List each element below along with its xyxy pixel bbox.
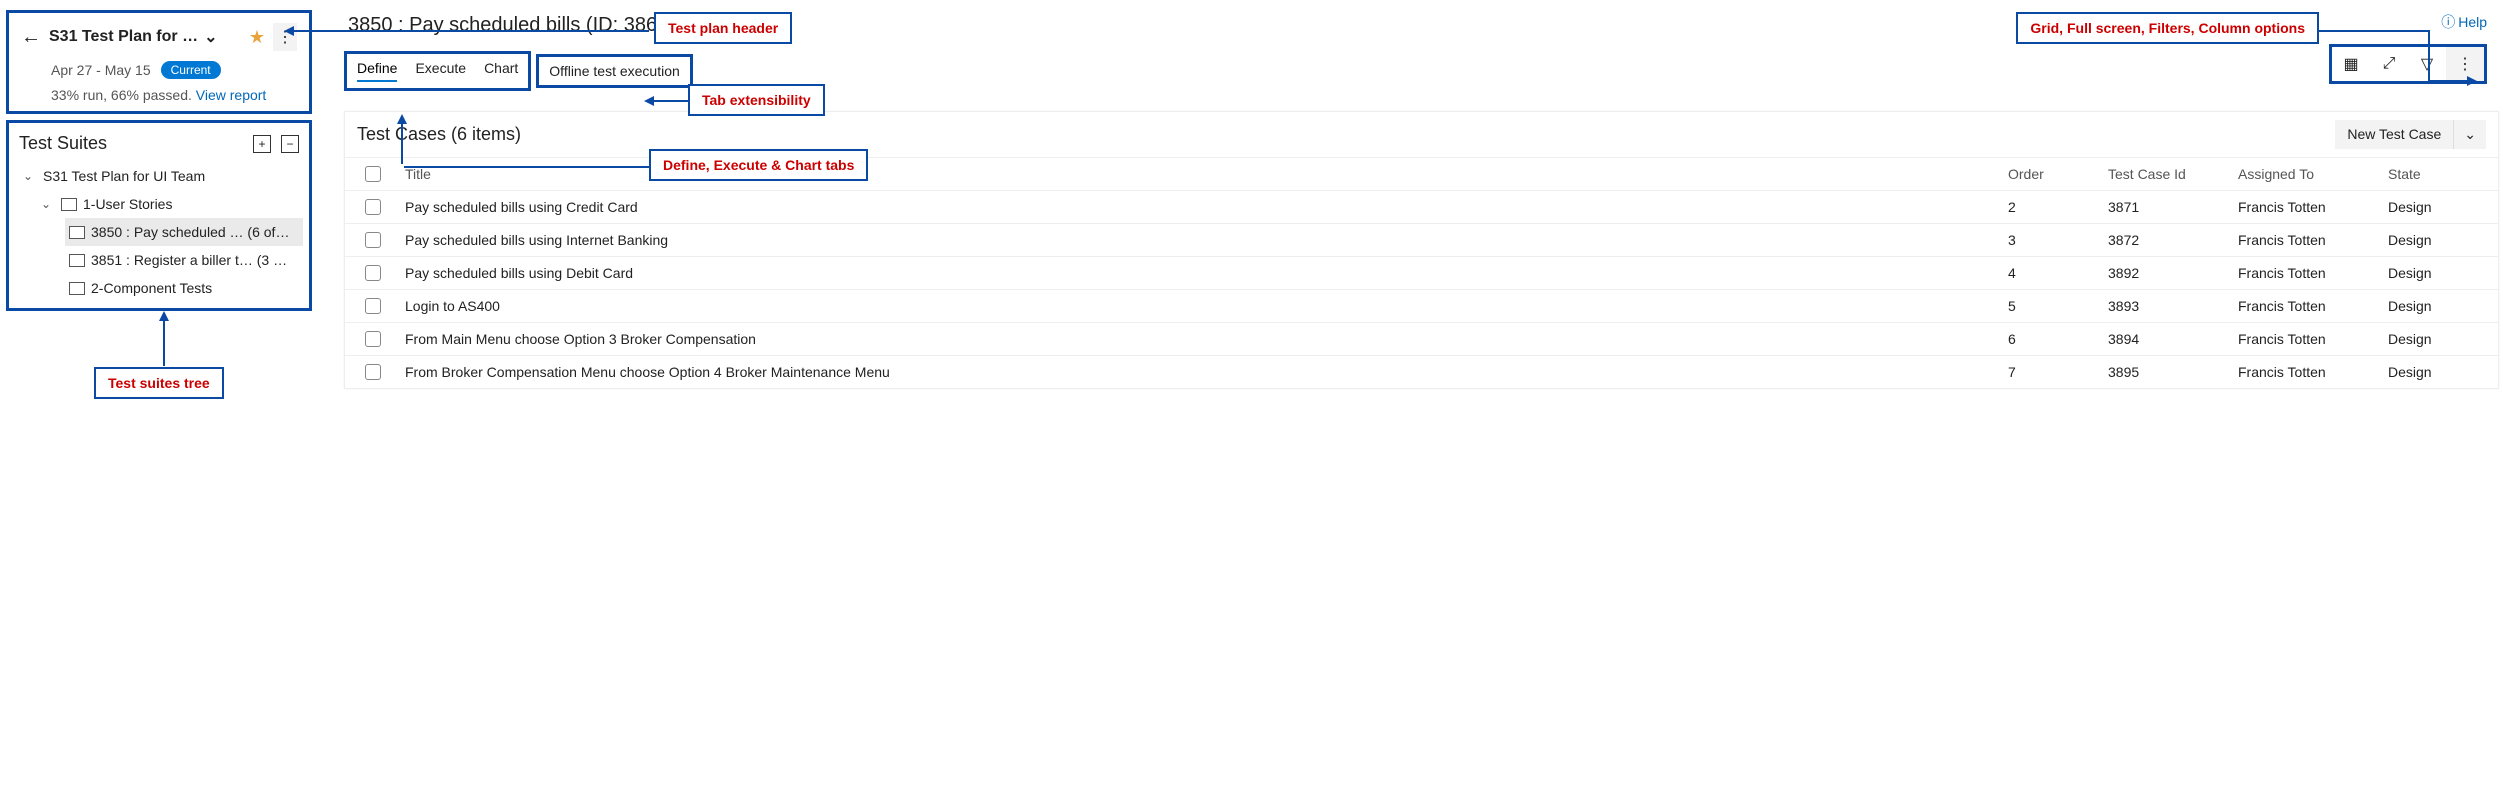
tab-offline-box: Offline test execution	[536, 54, 692, 88]
callout-tab-ext: Tab extensibility	[688, 84, 825, 116]
callout-tabs-desc: Define, Execute & Chart tabs	[649, 149, 868, 181]
tab-define[interactable]: Define	[357, 60, 397, 82]
row-checkbox[interactable]	[365, 232, 381, 248]
row-checkbox[interactable]	[365, 265, 381, 281]
table-row[interactable]: Pay scheduled bills using Debit Card4389…	[345, 256, 2498, 289]
table-row[interactable]: Pay scheduled bills using Credit Card238…	[345, 190, 2498, 223]
cell-order: 5	[2008, 298, 2108, 314]
cell-title: From Broker Compensation Menu choose Opt…	[405, 364, 2008, 380]
chevron-down-icon[interactable]	[23, 169, 37, 183]
cell-title: Pay scheduled bills using Credit Card	[405, 199, 2008, 215]
tab-execute[interactable]: Execute	[415, 60, 466, 82]
test-suites-box: Test Suites + − S31 Test Plan for UI Tea…	[6, 120, 312, 311]
col-assigned[interactable]: Assigned To	[2238, 166, 2388, 182]
plan-date-range: Apr 27 - May 15	[51, 62, 151, 78]
tree-label: S31 Test Plan for UI Team	[43, 168, 205, 184]
collapse-suite-button[interactable]: −	[281, 135, 299, 153]
tree-label: 3851 : Register a biller t… (3 …	[91, 252, 287, 268]
col-order[interactable]: Order	[2008, 166, 2108, 182]
tab-chart[interactable]: Chart	[484, 60, 518, 82]
cell-order: 4	[2008, 265, 2108, 281]
test-plan-header-box: ← S31 Test Plan for … ⌄ ★ ⋮ Apr 27 - May…	[6, 10, 312, 114]
tree-root[interactable]: S31 Test Plan for UI Team	[19, 162, 303, 190]
back-arrow-icon[interactable]: ←	[21, 26, 41, 49]
tab-offline[interactable]: Offline test execution	[549, 63, 679, 83]
plan-stats: 33% run, 66% passed.	[51, 87, 192, 103]
table-row[interactable]: Pay scheduled bills using Internet Banki…	[345, 223, 2498, 256]
cell-state: Design	[2388, 298, 2478, 314]
cell-id: 3894	[2108, 331, 2238, 347]
cell-order: 7	[2008, 364, 2108, 380]
col-id[interactable]: Test Case Id	[2108, 166, 2238, 182]
table-row[interactable]: From Main Menu choose Option 3 Broker Co…	[345, 322, 2498, 355]
current-badge: Current	[161, 61, 221, 79]
cell-assigned: Francis Totten	[2238, 265, 2388, 281]
cell-id: 3892	[2108, 265, 2238, 281]
main-tabs: Define Execute Chart	[344, 51, 531, 91]
cell-id: 3895	[2108, 364, 2238, 380]
cell-order: 2	[2008, 199, 2108, 215]
cell-id: 3893	[2108, 298, 2238, 314]
tree-node-user-stories[interactable]: 1-User Stories	[37, 190, 303, 218]
callout-toolbar: Grid, Full screen, Filters, Column optio…	[2016, 12, 2319, 44]
tree-label: 3850 : Pay scheduled … (6 of…	[91, 224, 289, 240]
cell-state: Design	[2388, 265, 2478, 281]
cell-id: 3871	[2108, 199, 2238, 215]
test-cases-header: Test Cases (6 items)	[357, 124, 521, 145]
cell-state: Design	[2388, 331, 2478, 347]
cell-assigned: Francis Totten	[2238, 298, 2388, 314]
callout-plan-header: Test plan header	[654, 12, 792, 44]
cell-assigned: Francis Totten	[2238, 364, 2388, 380]
cell-assigned: Francis Totten	[2238, 331, 2388, 347]
cell-assigned: Francis Totten	[2238, 199, 2388, 215]
table-row[interactable]: From Broker Compensation Menu choose Opt…	[345, 355, 2498, 388]
view-report-link[interactable]: View report	[196, 87, 267, 103]
table-row[interactable]: Login to AS40053893Francis TottenDesign	[345, 289, 2498, 322]
cell-order: 3	[2008, 232, 2108, 248]
cell-title: Pay scheduled bills using Debit Card	[405, 265, 2008, 281]
tree-label: 1-User Stories	[83, 196, 172, 212]
tree-label: 2-Component Tests	[91, 280, 212, 296]
add-suite-button[interactable]: +	[253, 135, 271, 153]
favorite-star-icon[interactable]: ★	[249, 27, 265, 48]
new-test-case-dropdown[interactable]: ⌄	[2454, 120, 2486, 149]
new-test-case-button[interactable]: New Test Case	[2335, 120, 2454, 149]
folder-icon	[61, 198, 77, 211]
cell-title: Login to AS400	[405, 298, 2008, 314]
col-state[interactable]: State	[2388, 166, 2478, 182]
test-suites-title: Test Suites	[19, 133, 107, 154]
suites-tree: S31 Test Plan for UI Team 1-User Stories…	[15, 162, 303, 302]
test-plan-title[interactable]: S31 Test Plan for …	[49, 28, 198, 46]
folder-icon	[69, 282, 85, 295]
cell-title: Pay scheduled bills using Internet Banki…	[405, 232, 2008, 248]
cell-state: Design	[2388, 199, 2478, 215]
suite-icon	[69, 254, 85, 267]
select-all-checkbox[interactable]	[365, 166, 381, 182]
cell-state: Design	[2388, 364, 2478, 380]
cell-state: Design	[2388, 232, 2478, 248]
suite-icon	[69, 226, 85, 239]
chevron-down-icon[interactable]	[41, 197, 55, 211]
chevron-down-icon[interactable]: ⌄	[204, 27, 217, 47]
tree-node-3851[interactable]: 3851 : Register a biller t… (3 …	[65, 246, 303, 274]
cell-id: 3872	[2108, 232, 2238, 248]
row-checkbox[interactable]	[365, 364, 381, 380]
cell-assigned: Francis Totten	[2238, 232, 2388, 248]
row-checkbox[interactable]	[365, 298, 381, 314]
cell-title: From Main Menu choose Option 3 Broker Co…	[405, 331, 2008, 347]
row-checkbox[interactable]	[365, 199, 381, 215]
callout-suites-tree: Test suites tree	[94, 367, 224, 399]
tree-node-component-tests[interactable]: 2-Component Tests	[65, 274, 303, 302]
cell-order: 6	[2008, 331, 2108, 347]
row-checkbox[interactable]	[365, 331, 381, 347]
tree-node-3850[interactable]: 3850 : Pay scheduled … (6 of…	[65, 218, 303, 246]
